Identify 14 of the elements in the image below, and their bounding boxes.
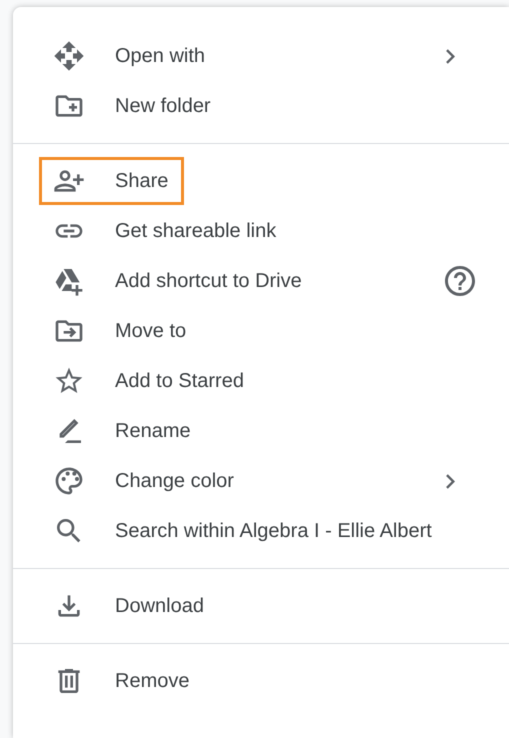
menu-item[interactable]: Open with	[39, 32, 222, 80]
menu-item[interactable]: Search within Algebra I - Ellie Albert	[39, 507, 448, 555]
menu-item[interactable]: Share	[39, 157, 184, 205]
menu-item[interactable]: New folder	[39, 82, 227, 130]
menu-item[interactable]: Rename	[39, 407, 207, 455]
arrows-cross-icon	[53, 40, 85, 72]
menu-item[interactable]: Move to	[39, 307, 202, 355]
menu-item[interactable]: Remove	[39, 657, 206, 705]
menu-item[interactable]: Change color	[39, 457, 250, 505]
palette-icon	[53, 465, 85, 497]
menu-item[interactable]: Download	[39, 582, 220, 630]
menu-item[interactable]: Get shareable link	[39, 207, 292, 255]
menu-item[interactable]: Add to Starred	[39, 357, 260, 405]
menu-item[interactable]: Add shortcut to Drive	[39, 257, 318, 305]
